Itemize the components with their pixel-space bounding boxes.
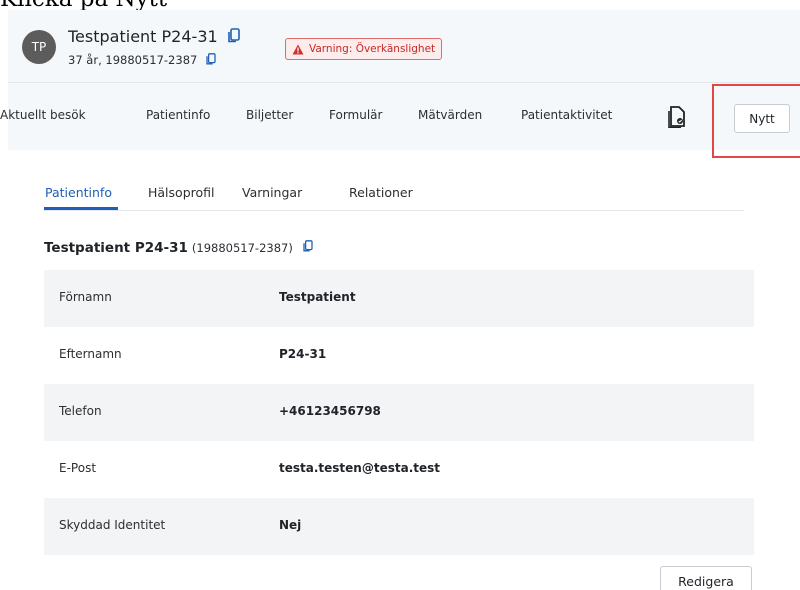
- section-patient-name: Testpatient P24-31: [44, 240, 188, 256]
- row-label: Efternamn: [59, 347, 122, 361]
- patient-name-row: Testpatient P24-31: [68, 27, 240, 47]
- nav-item-patientinfo[interactable]: Patientinfo: [146, 108, 210, 122]
- row-label: Telefon: [59, 404, 102, 418]
- patient-name: Testpatient P24-31: [68, 27, 218, 46]
- nav-item-formular[interactable]: Formulär: [329, 108, 382, 122]
- avatar: TP: [22, 30, 56, 64]
- document-icon[interactable]: [668, 106, 686, 132]
- warning-icon: [292, 44, 304, 54]
- tab-patientinfo[interactable]: Patientinfo: [45, 185, 112, 200]
- table-row: Förnamn Testpatient: [44, 270, 754, 327]
- nav-item-aktuellt-besok[interactable]: Aktuellt besök: [0, 108, 86, 122]
- tab-bar: Patientinfo Hälsoprofil Varningar Relati…: [44, 185, 744, 211]
- row-value: P24-31: [279, 347, 327, 361]
- header-divider: [8, 82, 800, 83]
- nav-item-biljetter[interactable]: Biljetter: [246, 108, 293, 122]
- warning-badge[interactable]: Varning: Överkänslighet: [285, 38, 443, 60]
- warning-text: Varning: Överkänslighet: [309, 43, 436, 55]
- edit-button[interactable]: Redigera: [660, 566, 752, 590]
- table-row: Telefon +46123456798: [44, 384, 754, 441]
- row-label: Skyddad Identitet: [59, 518, 166, 532]
- row-value: testa.testen@testa.test: [279, 461, 441, 475]
- tab-halsoprofil[interactable]: Hälsoprofil: [148, 185, 215, 200]
- active-tab-indicator: [44, 207, 118, 210]
- tab-relationer[interactable]: Relationer: [349, 185, 413, 200]
- copy-icon[interactable]: [302, 240, 313, 256]
- row-label: Förnamn: [59, 290, 112, 304]
- copy-icon[interactable]: [227, 28, 240, 47]
- table-row: E-Post testa.testen@testa.test: [44, 441, 754, 498]
- section-title: Testpatient P24-31 (19880517-2387): [44, 240, 313, 256]
- table-row: Skyddad Identitet Nej: [44, 498, 754, 555]
- tab-varningar[interactable]: Varningar: [242, 185, 302, 200]
- patient-details: 37 år, 19880517-2387: [68, 53, 198, 67]
- row-value: Testpatient: [279, 290, 356, 304]
- nav-item-matvarden[interactable]: Mätvärden: [418, 108, 482, 122]
- new-button[interactable]: Nytt: [734, 104, 790, 133]
- nav-item-patientaktivitet[interactable]: Patientaktivitet: [521, 108, 612, 122]
- patient-info-table: Förnamn Testpatient Efternamn P24-31 Tel…: [44, 270, 754, 555]
- patient-details-row: 37 år, 19880517-2387: [68, 53, 216, 68]
- row-value: Nej: [279, 518, 302, 532]
- table-row: Efternamn P24-31: [44, 327, 754, 384]
- section-ssn: (19880517-2387): [191, 241, 293, 255]
- patient-header: TP Testpatient P24-31 37 år, 19880517-23…: [0, 10, 800, 150]
- row-label: E-Post: [59, 461, 97, 475]
- copy-icon[interactable]: [206, 53, 216, 68]
- row-value: +46123456798: [279, 404, 381, 418]
